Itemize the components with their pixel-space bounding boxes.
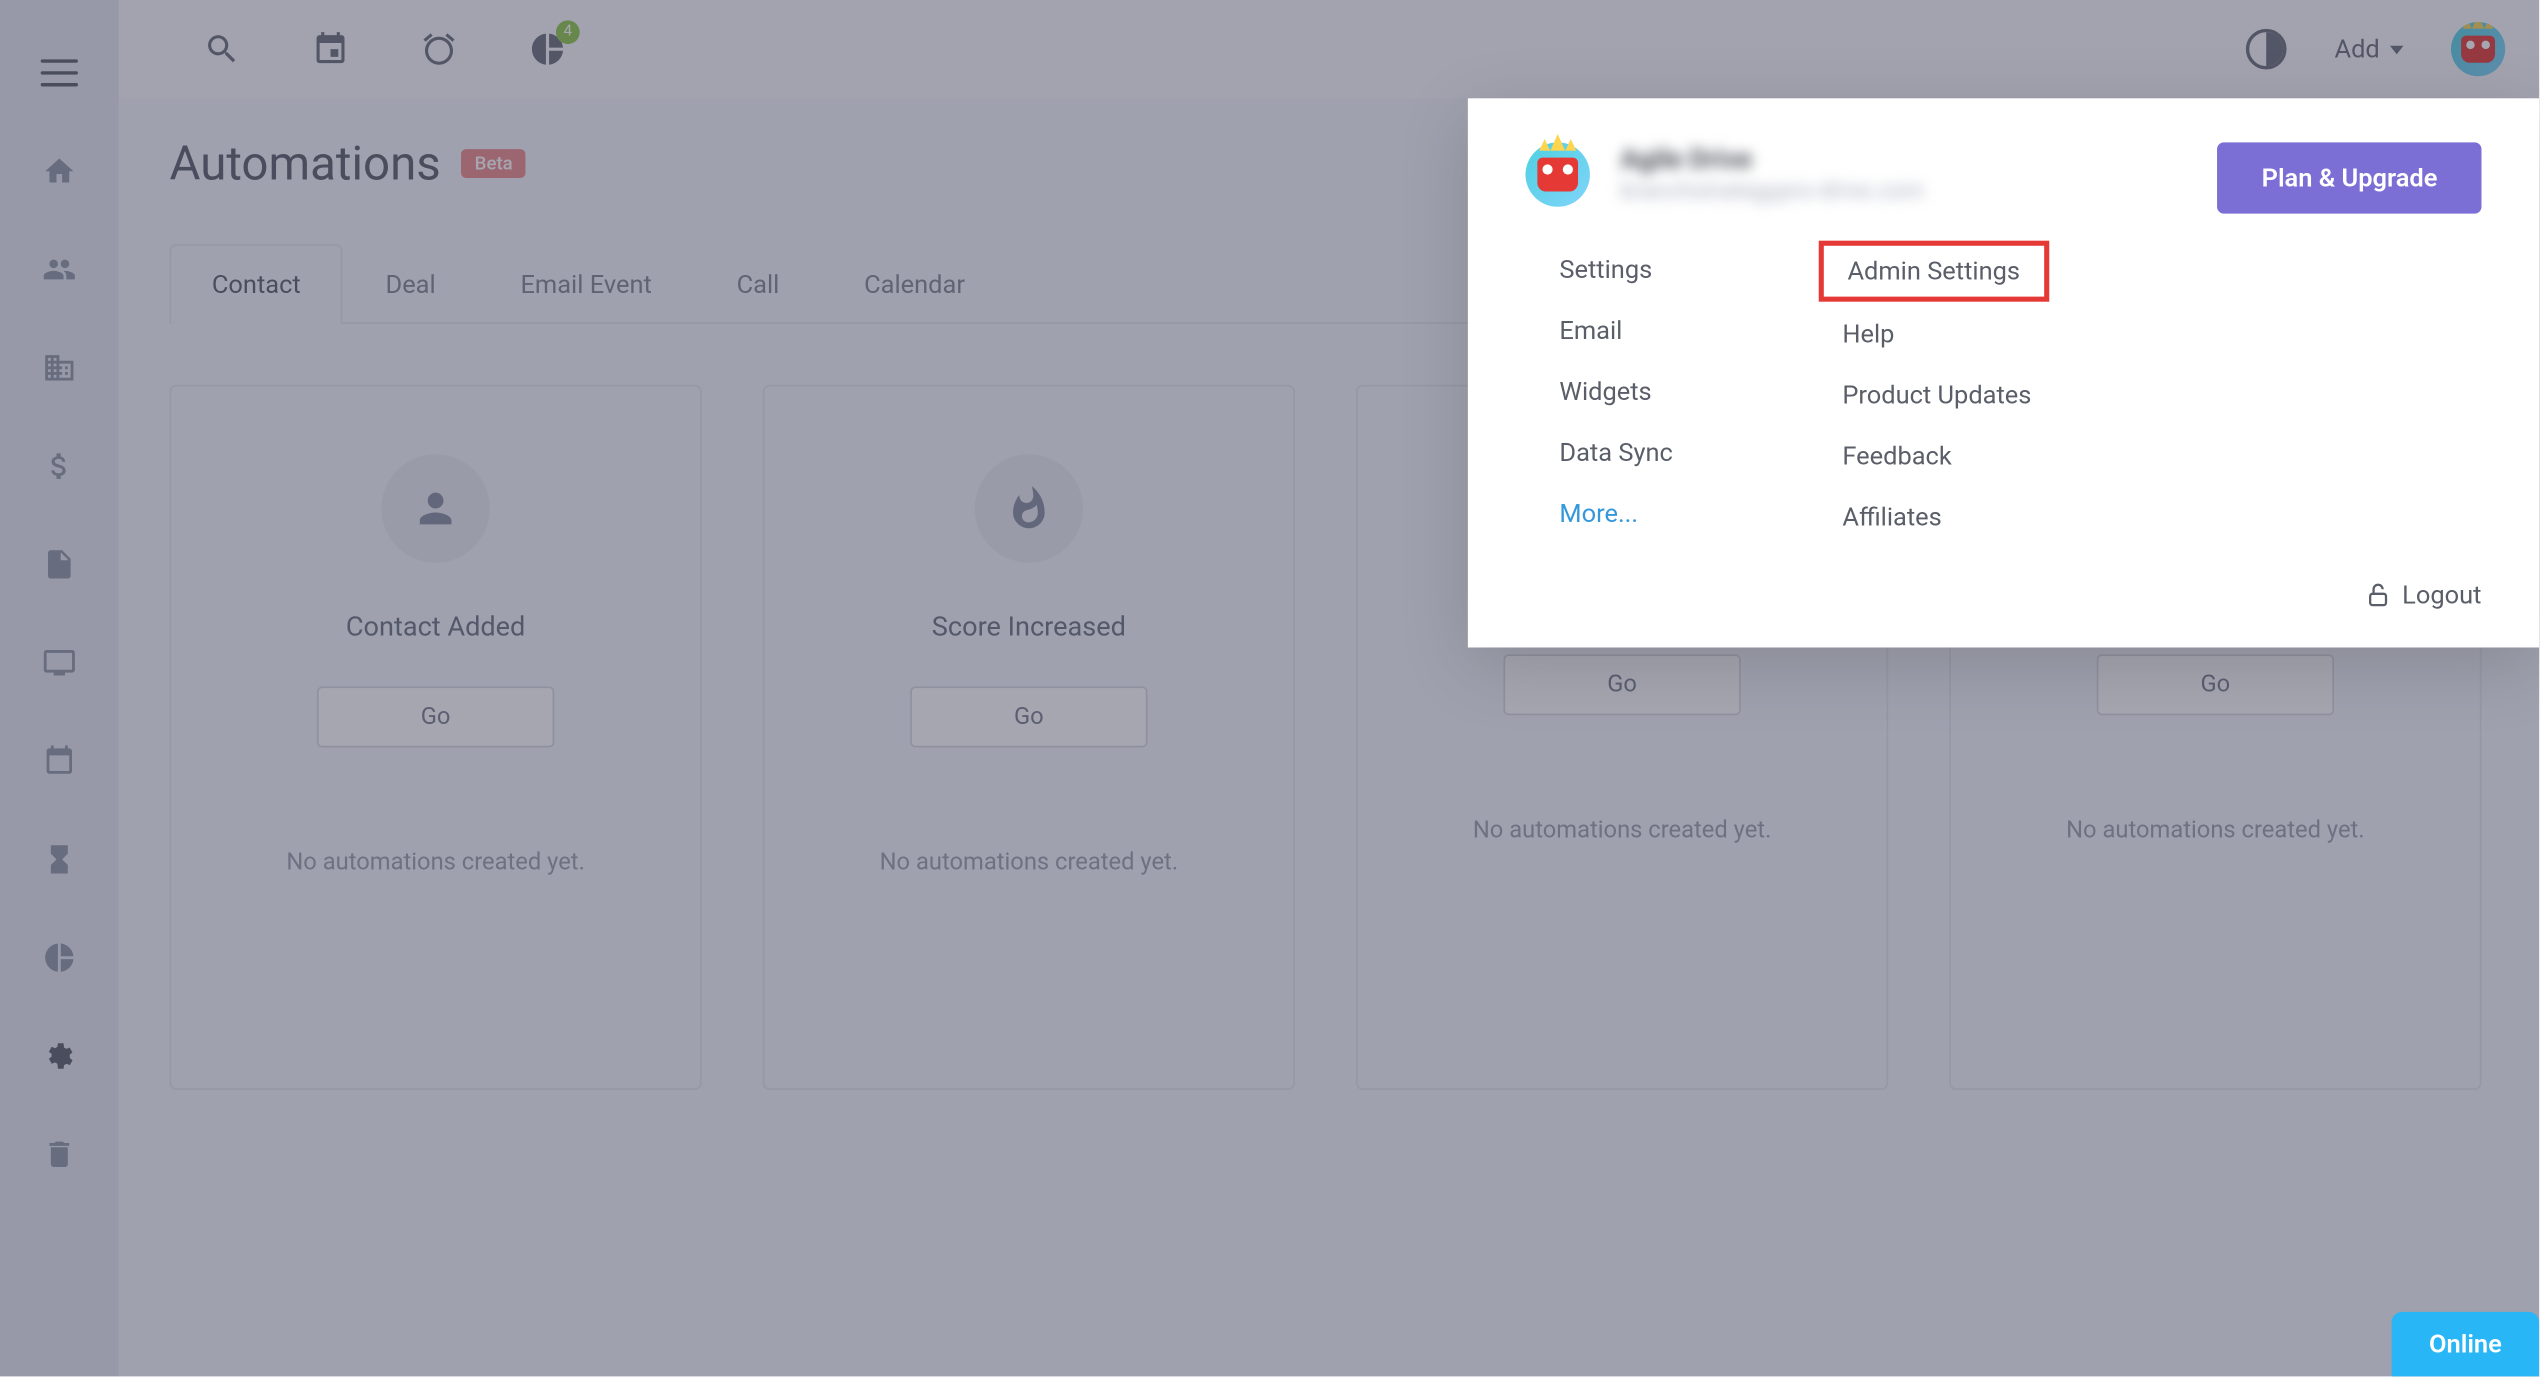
logout-button[interactable]: Logout [1526,580,2482,611]
menu-widgets[interactable]: Widgets [1559,373,1672,410]
menu-help[interactable]: Help [1842,315,2031,352]
user-menu-dropdown: Agile Drive branchstrategypro-drive.com … [1468,98,2539,647]
menu-settings[interactable]: Settings [1559,251,1672,288]
menu-more[interactable]: More... [1559,495,1672,532]
user-avatar-large [1526,142,1590,206]
user-email: branchstrategypro-drive.com [1620,178,2187,205]
lock-icon [2365,581,2392,608]
plan-upgrade-button[interactable]: Plan & Upgrade [2218,142,2482,213]
menu-product-updates[interactable]: Product Updates [1842,376,2031,413]
logout-label: Logout [2402,580,2481,611]
menu-feedback[interactable]: Feedback [1842,437,2031,474]
online-status-button[interactable]: Online [2392,1312,2539,1376]
user-name: Agile Drive [1620,142,2187,174]
menu-affiliates[interactable]: Affiliates [1842,498,2031,535]
menu-data-sync[interactable]: Data Sync [1559,434,1672,471]
menu-admin-settings[interactable]: Admin Settings [1819,241,2049,302]
menu-email[interactable]: Email [1559,312,1672,349]
